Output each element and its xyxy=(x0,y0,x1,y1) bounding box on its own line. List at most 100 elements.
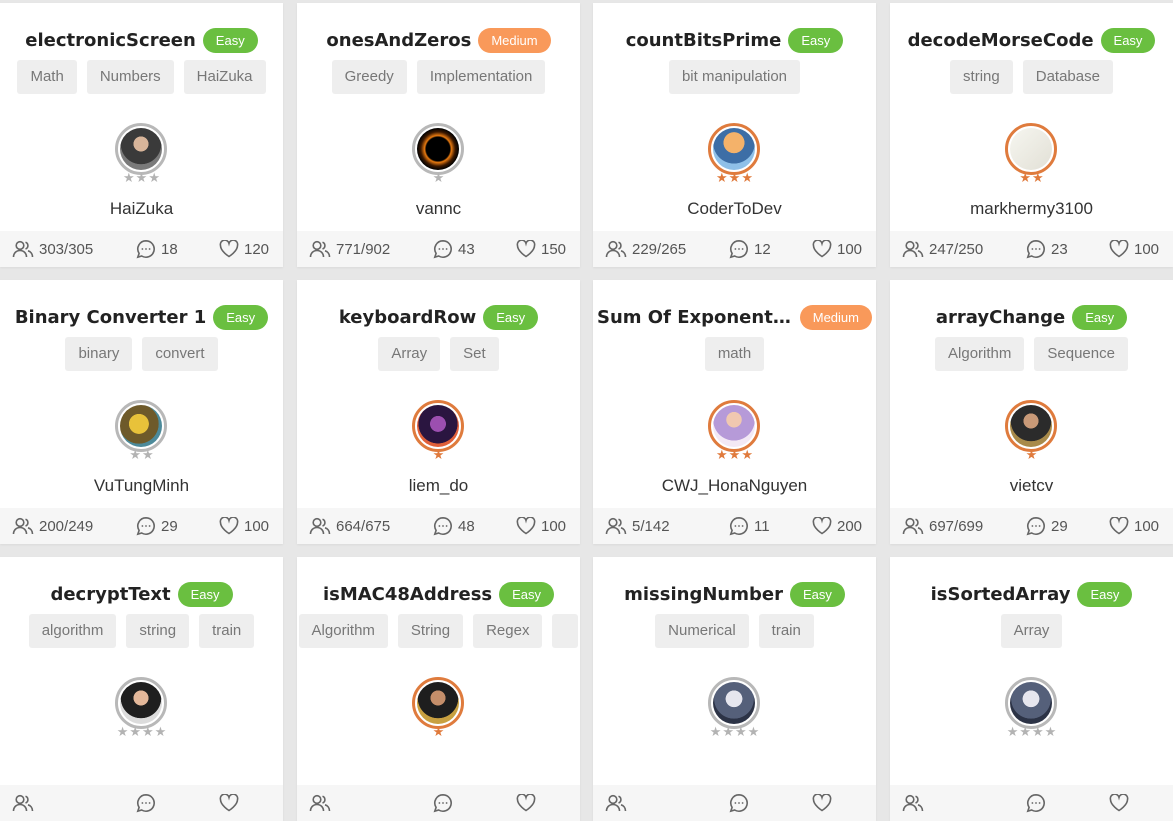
tag[interactable]: string xyxy=(950,60,1013,94)
likes-stat[interactable]: 100 xyxy=(1109,508,1159,544)
challenge-title[interactable]: isMAC48Address xyxy=(323,584,492,605)
comments-stat[interactable] xyxy=(433,785,458,821)
likes-stat[interactable]: 120 xyxy=(219,231,269,267)
tag[interactable]: train xyxy=(199,614,255,648)
comment-icon xyxy=(136,239,156,259)
author-name[interactable]: liem_do xyxy=(297,476,580,496)
author-name[interactable]: CoderToDev xyxy=(593,199,876,219)
tag[interactable]: convert xyxy=(142,337,218,371)
tag[interactable] xyxy=(552,614,579,648)
comments-stat[interactable]: 29 xyxy=(136,508,178,544)
avatar[interactable] xyxy=(115,677,167,729)
challenge-card[interactable]: keyboardRow Easy Array Set ★ liem_do 664/… xyxy=(297,280,580,544)
challenge-card[interactable]: isMAC48Address Easy Algorithm String Regex… xyxy=(297,557,580,821)
challenge-title[interactable]: missingNumber xyxy=(624,584,783,605)
card-footer: 664/675 48 100 xyxy=(297,508,580,544)
author-name[interactable]: vietcv xyxy=(890,476,1173,496)
tag[interactable]: string xyxy=(126,614,190,648)
tag[interactable]: algorithm xyxy=(28,614,117,648)
comments-stat[interactable]: 11 xyxy=(729,508,770,544)
difficulty-badge: Easy xyxy=(1077,581,1133,607)
likes-stat[interactable]: 100 xyxy=(812,231,862,267)
tag[interactable]: math xyxy=(704,337,765,371)
tag[interactable]: String xyxy=(397,614,464,648)
challenge-title[interactable]: decodeMorseCode xyxy=(908,30,1094,51)
comments-stat[interactable] xyxy=(136,785,161,821)
tag[interactable]: Regex xyxy=(473,614,543,648)
tag[interactable]: Algorithm xyxy=(298,614,388,648)
tag[interactable]: Greedy xyxy=(331,60,407,94)
tag[interactable]: Sequence xyxy=(1034,337,1128,371)
author-name[interactable]: CWJ_HonaNguyen xyxy=(593,476,876,496)
tag[interactable]: Database xyxy=(1022,60,1113,94)
author-name[interactable]: VuTungMinh xyxy=(0,476,283,496)
tag[interactable]: Set xyxy=(450,337,499,371)
likes-stat[interactable]: 100 xyxy=(1109,231,1159,267)
likes-stat[interactable]: 200 xyxy=(812,508,862,544)
challenge-title[interactable]: Binary Converter 1 xyxy=(15,307,206,328)
comments-stat[interactable] xyxy=(1026,785,1051,821)
challenge-card[interactable]: missingNumber Easy Numerical train ★ ★ ★ ★ xyxy=(593,557,876,821)
challenge-card[interactable]: onesAndZeros Medium Greedy Implementation… xyxy=(297,3,580,267)
avatar[interactable] xyxy=(708,123,760,175)
challenge-title[interactable]: keyboardRow xyxy=(339,307,476,328)
tag[interactable]: Array xyxy=(1000,614,1063,648)
challenge-title[interactable]: onesAndZeros xyxy=(326,30,471,51)
comments-stat[interactable]: 43 xyxy=(433,231,475,267)
challenge-card[interactable]: isSortedArray Easy Array ★ ★ ★ ★ xyxy=(890,557,1173,821)
comments-stat[interactable]: 29 xyxy=(1026,508,1068,544)
challenge-card[interactable]: arrayChange Easy Algorithm Sequence ★ vie… xyxy=(890,280,1173,544)
challenge-card[interactable]: countBitsPrime Easy bit manipulation ★ ★ ★… xyxy=(593,3,876,267)
tag[interactable]: Numbers xyxy=(86,60,174,94)
likes-stat[interactable]: 150 xyxy=(516,231,566,267)
likes-stat[interactable] xyxy=(812,785,837,821)
tag[interactable]: binary xyxy=(65,337,133,371)
avatar[interactable] xyxy=(115,123,167,175)
tag[interactable]: bit manipulation xyxy=(668,60,801,94)
likes-stat[interactable]: 100 xyxy=(516,508,566,544)
tag[interactable]: Array xyxy=(378,337,441,371)
comments-stat[interactable]: 48 xyxy=(433,508,475,544)
tag[interactable]: Math xyxy=(17,60,77,94)
challenge-card[interactable]: decryptText Easy algorithm string train ★ ★… xyxy=(0,557,283,821)
comments-stat[interactable]: 23 xyxy=(1026,231,1068,267)
avatar[interactable] xyxy=(412,677,464,729)
comments-stat[interactable] xyxy=(729,785,754,821)
avatar[interactable] xyxy=(1005,677,1057,729)
avatar[interactable] xyxy=(1005,123,1057,175)
comments-stat[interactable]: 18 xyxy=(136,231,178,267)
comments-stat[interactable]: 12 xyxy=(729,231,771,267)
tag[interactable]: train xyxy=(758,614,814,648)
tag[interactable]: HaiZuka xyxy=(183,60,266,94)
avatar[interactable] xyxy=(412,400,464,452)
likes-stat[interactable]: 100 xyxy=(219,508,269,544)
challenge-card[interactable]: Sum Of Exponenti... Medium math ★ ★ ★ CWJ_… xyxy=(593,280,876,544)
challenge-title[interactable]: Sum Of Exponenti... xyxy=(597,307,793,328)
avatar[interactable] xyxy=(708,400,760,452)
challenge-card[interactable]: decodeMorseCode Easy string Database ★ ★ m… xyxy=(890,3,1173,267)
challenge-title[interactable]: arrayChange xyxy=(936,307,1065,328)
heart-icon xyxy=(1109,240,1129,258)
likes-stat[interactable] xyxy=(219,785,244,821)
challenge-card[interactable]: electronicScreen Easy Math Numbers HaiZuka… xyxy=(0,3,283,267)
author-name[interactable]: markhermy3100 xyxy=(890,199,1173,219)
avatar[interactable] xyxy=(1005,400,1057,452)
challenge-card[interactable]: Binary Converter 1 Easy binary convert ★ ★… xyxy=(0,280,283,544)
avatar-image xyxy=(120,128,162,170)
author-name[interactable]: vannc xyxy=(297,199,580,219)
challenge-title[interactable]: countBitsPrime xyxy=(626,30,782,51)
avatar[interactable] xyxy=(115,400,167,452)
author-name[interactable]: HaiZuka xyxy=(0,199,283,219)
tag[interactable]: Implementation xyxy=(416,60,546,94)
avatar-image xyxy=(1010,682,1052,724)
challenge-title[interactable]: isSortedArray xyxy=(931,584,1071,605)
avatar[interactable] xyxy=(412,123,464,175)
difficulty-badge: Medium xyxy=(478,27,551,53)
tag[interactable]: Numerical xyxy=(655,614,749,648)
likes-stat[interactable] xyxy=(516,785,541,821)
challenge-title[interactable]: electronicScreen xyxy=(25,30,196,51)
challenge-title[interactable]: decryptText xyxy=(50,584,170,605)
likes-stat[interactable] xyxy=(1109,785,1134,821)
avatar[interactable] xyxy=(708,677,760,729)
tag[interactable]: Algorithm xyxy=(935,337,1025,371)
